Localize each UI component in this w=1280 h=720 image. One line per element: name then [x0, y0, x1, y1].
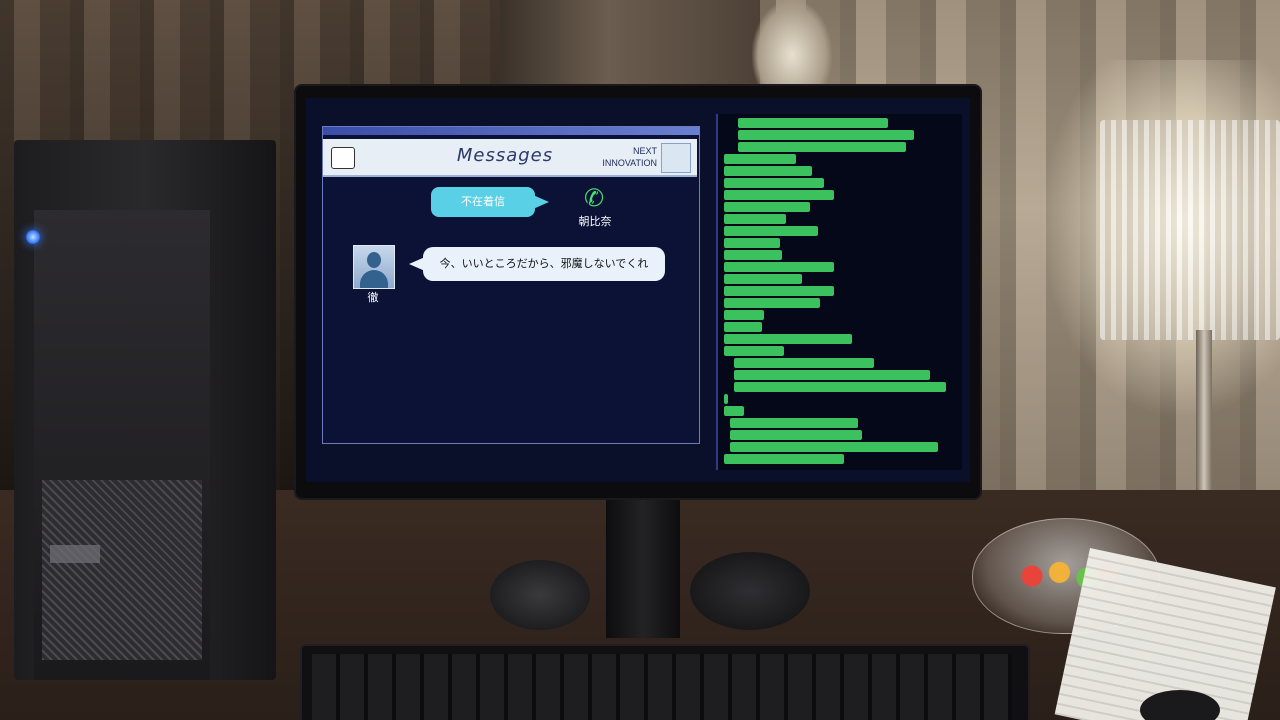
code-line: [730, 430, 862, 440]
code-line: [730, 442, 938, 452]
brand-label: NEXT INNOVATION: [583, 145, 657, 173]
code-line: [724, 202, 810, 212]
power-led-icon: [26, 230, 40, 244]
user-silhouette-icon[interactable]: [353, 245, 395, 289]
missed-call-bubble[interactable]: 不在着信: [431, 187, 549, 217]
code-line: [724, 238, 780, 248]
code-line: [724, 262, 834, 272]
window-titlebar[interactable]: [323, 127, 699, 135]
code-line: [724, 322, 762, 332]
code-line: [724, 154, 796, 164]
code-line: [724, 454, 844, 464]
code-line: [724, 214, 786, 224]
code-line: [734, 370, 930, 380]
app-title: Messages: [456, 145, 554, 166]
messages-window: Messages NEXT INNOVATION 不在着信 ✆ 朝比奈 徹 今、…: [322, 126, 700, 444]
message-bubble[interactable]: 今、いいところだから、邪魔しないでくれ: [409, 247, 665, 281]
speaker-left: [490, 560, 590, 630]
photo-scene: Messages NEXT INNOVATION 不在着信 ✆ 朝比奈 徹 今、…: [0, 0, 1280, 720]
code-line: [724, 226, 818, 236]
code-line: [738, 130, 914, 140]
code-line: [724, 406, 744, 416]
code-line: [724, 298, 820, 308]
code-line: [724, 250, 782, 260]
code-line: [724, 190, 834, 200]
speaker-right: [690, 552, 810, 630]
phone-icon[interactable]: ✆: [579, 183, 609, 213]
code-line: [738, 142, 906, 152]
pc-tower-mesh: [42, 480, 202, 660]
code-line: [730, 418, 858, 428]
app-logo-icon: [331, 147, 355, 169]
code-line: [724, 346, 784, 356]
caller-name: 朝比奈: [578, 215, 612, 228]
terminal-window: [716, 114, 962, 470]
code-line: [724, 274, 802, 284]
code-line: [734, 382, 946, 392]
code-line: [734, 358, 874, 368]
code-line: [724, 310, 764, 320]
code-line: [724, 286, 834, 296]
pc-brand-logo: [50, 545, 100, 563]
lamp-shade: [1100, 120, 1280, 340]
code-line: [724, 178, 824, 188]
code-line: [724, 334, 852, 344]
code-line: [724, 166, 812, 176]
code-line: [724, 394, 728, 404]
brand-logo-box: [661, 143, 691, 173]
messages-header: Messages NEXT INNOVATION: [323, 139, 697, 177]
brand-line-2: INNOVATION: [602, 158, 657, 168]
brand-line-1: NEXT: [632, 146, 657, 156]
keyboard-keys: [312, 654, 1012, 720]
monitor-stand: [606, 498, 680, 638]
sender-name: 徹: [367, 291, 379, 304]
code-line: [738, 118, 888, 128]
curtain-tassel: [752, 0, 832, 92]
